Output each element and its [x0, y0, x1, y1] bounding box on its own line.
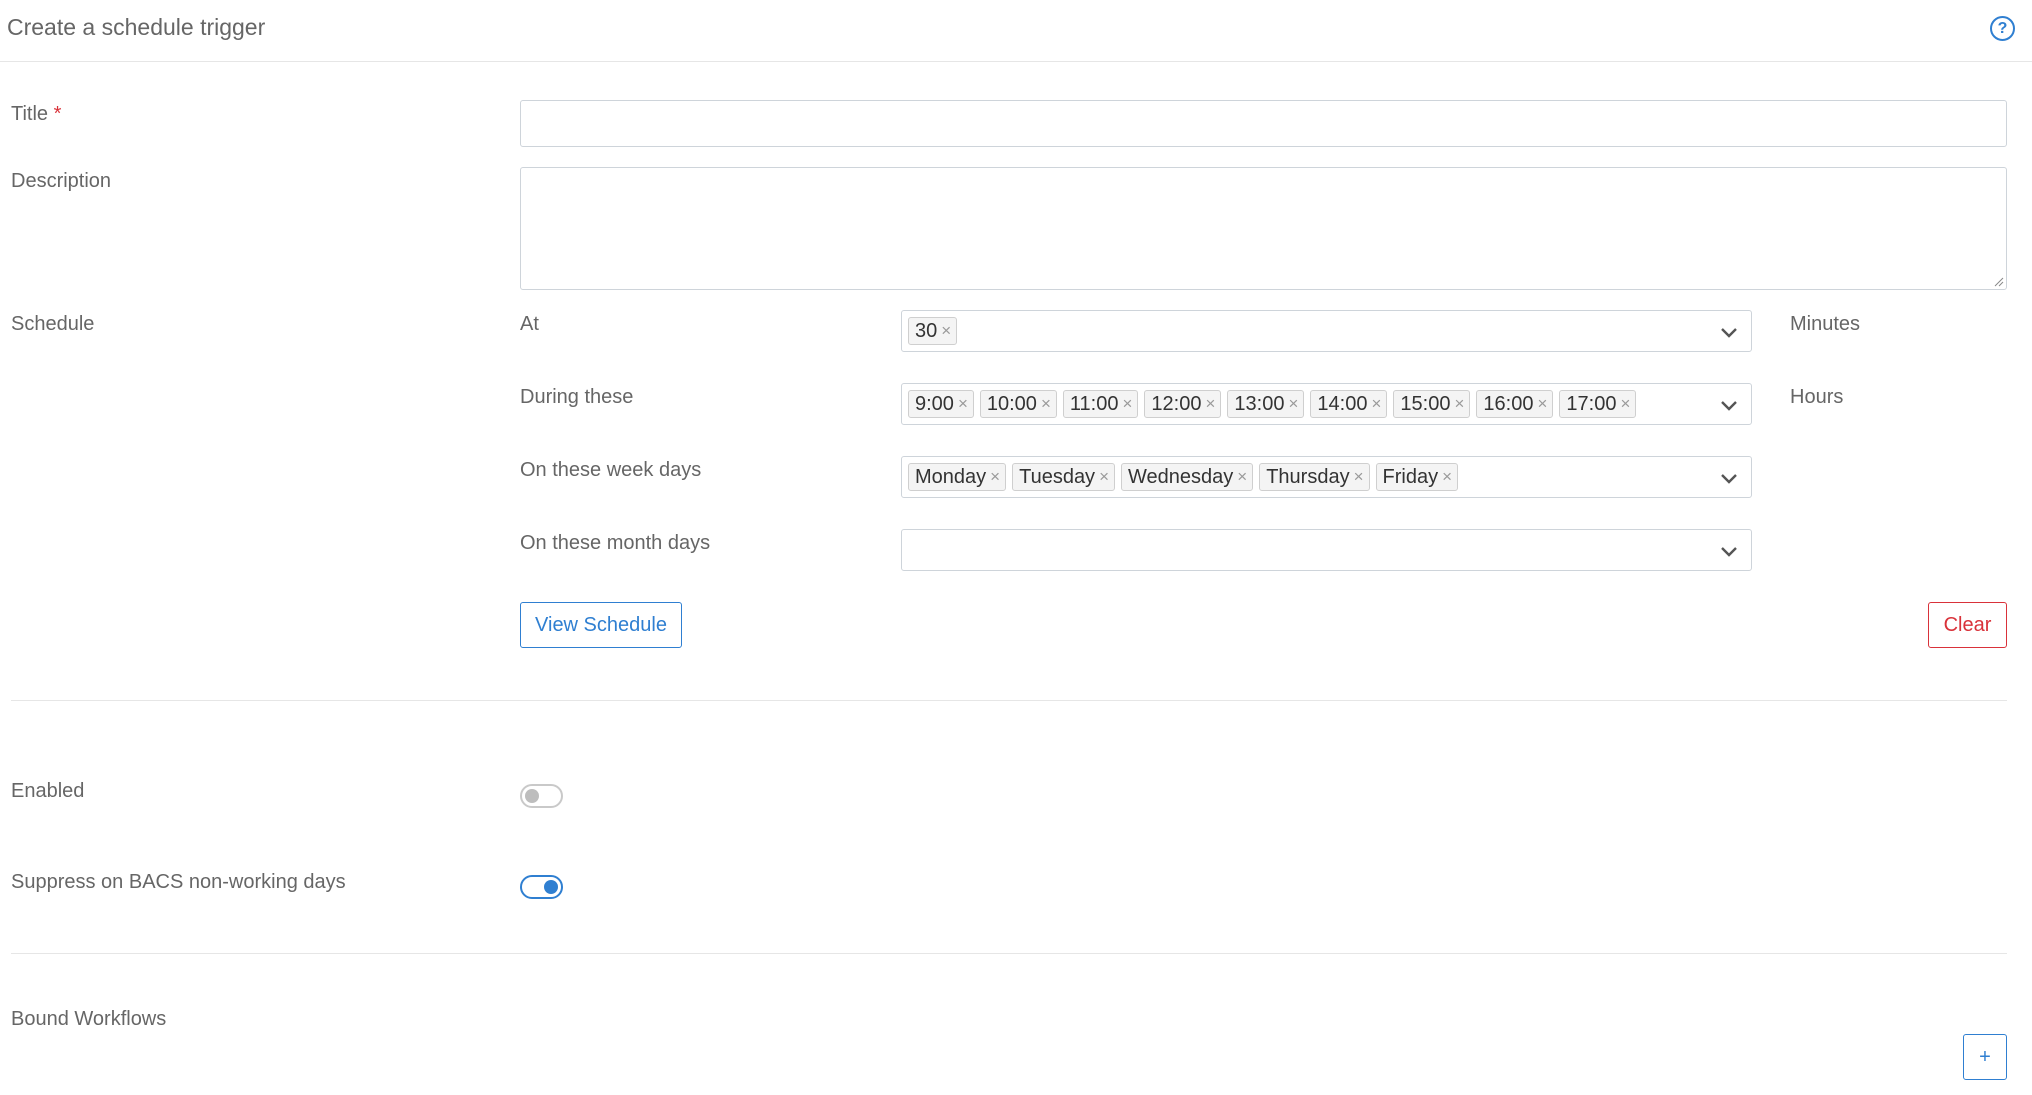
selected-tag: Tuesday ×	[1012, 463, 1115, 491]
description-textarea[interactable]	[520, 167, 2007, 290]
schedule-label: Schedule	[11, 313, 95, 335]
toggle-knob	[544, 880, 558, 894]
chevron-down-icon[interactable]	[1719, 322, 1739, 342]
divider	[11, 700, 2007, 701]
question-circle-icon[interactable]: ?	[1990, 16, 2015, 41]
tag-label: 9:00	[915, 393, 954, 415]
week-days-tags: Monday × Tuesday × Wednesday × Thursday × Friday…	[908, 463, 1459, 491]
hours-multiselect[interactable]: 9:00 × 10:00 × 11:00 × 12:00 × 13:00 × 14:00 × 15:00…	[901, 383, 1752, 425]
tag-label: 15:00	[1400, 393, 1451, 415]
tag-label: Thursday	[1266, 466, 1350, 488]
chevron-down-icon[interactable]	[1719, 468, 1739, 488]
remove-tag-icon[interactable]: ×	[1454, 391, 1464, 417]
minutes-multiselect[interactable]: 30 ×	[901, 310, 1752, 352]
selected-tag: 30 ×	[908, 317, 958, 345]
selected-tag: Wednesday ×	[1121, 463, 1254, 491]
divider	[11, 953, 2007, 954]
chevron-down-icon[interactable]	[1719, 541, 1739, 561]
selected-tag: Friday ×	[1375, 463, 1459, 491]
tag-label: 12:00	[1151, 393, 1202, 415]
week-days-multiselect[interactable]: Monday × Tuesday × Wednesday × Thursday × Friday…	[901, 456, 1752, 498]
tag-label: 30	[915, 320, 938, 342]
toggle-knob	[525, 789, 539, 803]
month-days-label: On these month days	[520, 532, 711, 554]
remove-tag-icon[interactable]: ×	[1371, 391, 1381, 417]
selected-tag: 12:00 ×	[1144, 390, 1222, 418]
bound-workflows-label: Bound Workflows	[11, 1008, 167, 1030]
tag-label: 10:00	[986, 393, 1037, 415]
resize-grip-icon[interactable]	[1994, 277, 2004, 287]
remove-tag-icon[interactable]: ×	[958, 391, 968, 417]
week-days-label: On these week days	[520, 459, 702, 481]
remove-tag-icon[interactable]: ×	[1237, 464, 1247, 490]
enabled-label: Enabled	[11, 780, 85, 802]
remove-tag-icon[interactable]: ×	[1122, 391, 1132, 417]
selected-tag: 17:00 ×	[1559, 390, 1637, 418]
selected-tag: 10:00 ×	[979, 390, 1057, 418]
remove-tag-icon[interactable]: ×	[1041, 391, 1051, 417]
selected-tag: 15:00 ×	[1393, 390, 1471, 418]
tag-label: 11:00	[1069, 393, 1119, 415]
remove-tag-icon[interactable]: ×	[941, 318, 951, 344]
hours-label: During these	[520, 386, 634, 408]
remove-tag-icon[interactable]: ×	[1537, 391, 1547, 417]
remove-tag-icon[interactable]: ×	[1442, 464, 1452, 490]
selected-tag: 14:00 ×	[1310, 390, 1388, 418]
tag-label: 14:00	[1317, 393, 1368, 415]
remove-tag-icon[interactable]: ×	[990, 464, 1000, 490]
enabled-toggle[interactable]	[520, 784, 563, 808]
remove-tag-icon[interactable]: ×	[1099, 464, 1109, 490]
add-workflow-button[interactable]: +	[1963, 1034, 2007, 1080]
tag-label: Friday	[1382, 466, 1439, 488]
tag-label: Wednesday	[1128, 466, 1234, 488]
hours-unit-label: Hours	[1790, 386, 1844, 408]
tag-label: Tuesday	[1019, 466, 1096, 488]
selected-tag: 13:00 ×	[1227, 390, 1305, 418]
at-label: At	[520, 313, 539, 335]
month-days-multiselect[interactable]	[901, 529, 1752, 571]
view-schedule-button[interactable]: View Schedule	[520, 602, 682, 648]
selected-tag: Monday ×	[908, 463, 1007, 491]
hours-tags: 9:00 × 10:00 × 11:00 × 12:00 × 13:00 × 14:00 × 15:00…	[908, 390, 1637, 418]
description-label: Description	[11, 170, 112, 192]
suppress-bacs-toggle[interactable]	[520, 875, 563, 899]
tag-label: 13:00	[1234, 393, 1285, 415]
page-header: Create a schedule trigger ?	[0, 0, 2032, 62]
page-title: Create a schedule trigger	[7, 14, 266, 40]
minutes-unit-label: Minutes	[1790, 313, 1861, 335]
remove-tag-icon[interactable]: ×	[1288, 391, 1298, 417]
tag-label: 16:00	[1483, 393, 1534, 415]
remove-tag-icon[interactable]: ×	[1354, 464, 1364, 490]
selected-tag: Thursday ×	[1259, 463, 1370, 491]
minutes-tags: 30 ×	[908, 317, 958, 345]
title-label-text: Title	[11, 103, 49, 125]
tag-label: 17:00	[1566, 393, 1617, 415]
tag-label: Monday	[915, 466, 987, 488]
selected-tag: 9:00 ×	[908, 390, 974, 418]
clear-button[interactable]: Clear	[1928, 602, 2007, 648]
title-label: Title *	[11, 103, 61, 126]
remove-tag-icon[interactable]: ×	[1620, 391, 1630, 417]
selected-tag: 11:00 ×	[1062, 390, 1139, 418]
suppress-bacs-label: Suppress on BACS non-working days	[11, 871, 346, 893]
chevron-down-icon[interactable]	[1719, 395, 1739, 415]
selected-tag: 16:00 ×	[1476, 390, 1554, 418]
required-mark: *	[53, 103, 62, 125]
remove-tag-icon[interactable]: ×	[1205, 391, 1215, 417]
title-input[interactable]	[520, 100, 2007, 147]
